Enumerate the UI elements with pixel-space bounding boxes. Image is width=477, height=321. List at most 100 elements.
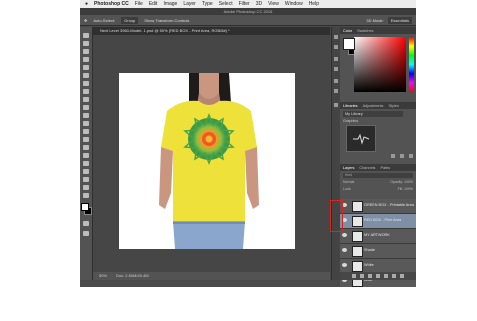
visibility-eye-icon[interactable] (342, 233, 347, 237)
more-tools-icon[interactable] (83, 193, 89, 198)
window-title: Adobe Photoshop CC 2015 (80, 8, 416, 15)
sync-icon[interactable] (400, 154, 404, 158)
foreground-color-swatch[interactable] (81, 203, 89, 211)
lock-fill-row: Lock: Fill: 100% (343, 187, 413, 192)
rectangle-tool-icon[interactable] (83, 169, 89, 174)
tab-channels[interactable]: Channels (359, 166, 375, 170)
clone-stamp-tool-icon[interactable] (83, 97, 89, 102)
pen-tool-icon[interactable] (83, 145, 89, 150)
crop-tool-icon[interactable] (83, 65, 89, 70)
document-tab[interactable]: Next Level 3960-Model- 1.psd @ 50% (RED … (93, 27, 330, 35)
brush-tool-icon[interactable] (83, 89, 89, 94)
navigator-icon[interactable] (334, 103, 338, 107)
menu-view[interactable]: View (268, 1, 279, 7)
blend-mode-dropdown[interactable]: Normal (343, 180, 354, 185)
menu-help[interactable]: Help (309, 1, 319, 7)
layers-panel-tabs: Layers Channels Paths (340, 164, 416, 171)
layer-row[interactable]: GREEN BOX - Printable Area (340, 199, 416, 214)
quick-select-tool-icon[interactable] (83, 57, 89, 62)
options-right: 3D Mode: Essentials (366, 16, 416, 24)
link-layers-icon[interactable] (352, 274, 356, 278)
healing-tool-icon[interactable] (83, 81, 89, 86)
menu-window[interactable]: Window (285, 1, 303, 7)
tab-layers[interactable]: Layers (343, 166, 354, 170)
zoom-tool-icon[interactable] (83, 185, 89, 190)
character-icon[interactable] (334, 57, 338, 61)
tab-paths[interactable]: Paths (380, 166, 390, 170)
tools-panel (80, 27, 93, 280)
menu-image[interactable]: Image (163, 1, 177, 7)
new-group-icon[interactable] (384, 274, 388, 278)
panel-foreground-swatch[interactable] (343, 38, 355, 50)
properties-icon[interactable] (334, 79, 338, 83)
delete-icon[interactable] (409, 154, 413, 158)
lasso-tool-icon[interactable] (83, 49, 89, 54)
color-picker-field[interactable] (354, 37, 406, 92)
move-tool-icon[interactable]: ✥ (84, 18, 87, 23)
library-section-title: Graphics (343, 119, 359, 123)
fx-icon[interactable] (360, 274, 364, 278)
eraser-tool-icon[interactable] (83, 113, 89, 118)
model-tshirt-image (159, 73, 259, 249)
tab-styles[interactable]: Styles (388, 104, 398, 108)
status-bar: 50% Doc: 2.60M/40.4M (93, 272, 330, 280)
apple-menu-icon[interactable]: ● (85, 1, 88, 7)
dodge-tool-icon[interactable] (83, 137, 89, 142)
menu-type[interactable]: Type (202, 1, 213, 7)
history-icon[interactable] (334, 35, 338, 39)
workspace-dropdown[interactable]: Essentials (387, 16, 412, 24)
adjustment-layer-icon[interactable] (376, 274, 380, 278)
document-canvas[interactable] (119, 73, 295, 249)
layer-thumbnail (352, 261, 363, 272)
layer-filter-kind[interactable]: Kind (343, 173, 413, 178)
menu-select[interactable]: Select (219, 1, 233, 7)
layer-row-selected[interactable]: RED BOX - Print Area (340, 214, 416, 229)
layer-thumbnail (352, 216, 363, 227)
menu-app-name[interactable]: Photoshop CC (94, 1, 129, 7)
move-tool-icon[interactable] (83, 33, 89, 38)
tab-libraries[interactable]: Libraries (343, 104, 358, 108)
layer-row[interactable]: Shade (340, 244, 416, 259)
menu-layer[interactable]: Layer (183, 1, 196, 7)
hue-slider[interactable] (409, 37, 414, 92)
show-transform-checkbox-label[interactable]: Show Transform Controls (144, 18, 189, 23)
add-mask-icon[interactable] (368, 274, 372, 278)
library-dropdown[interactable]: My Library (343, 111, 403, 117)
visibility-eye-icon[interactable] (342, 248, 347, 252)
library-graphic-thumbnail[interactable] (346, 125, 376, 152)
tab-color[interactable]: Color (343, 29, 352, 33)
layers-panel: Layers Channels Paths Kind Normal Opacit… (340, 164, 416, 287)
layer-thumbnail (352, 231, 363, 242)
tab-adjustments[interactable]: Adjustments (363, 104, 384, 108)
blur-tool-icon[interactable] (83, 129, 89, 134)
tab-swatches[interactable]: Swatches (357, 29, 373, 33)
fill-field[interactable]: Fill: 100% (398, 187, 413, 192)
auto-select-checkbox-label[interactable]: Auto-Select: (93, 18, 115, 23)
auto-select-dropdown[interactable]: Group (121, 16, 139, 24)
brush-presets-icon[interactable] (334, 45, 338, 49)
opacity-field[interactable]: Opacity: 100% (390, 180, 413, 185)
paragraph-icon[interactable] (334, 67, 338, 71)
path-select-tool-icon[interactable] (83, 161, 89, 166)
hand-tool-icon[interactable] (83, 177, 89, 182)
new-layer-icon[interactable] (392, 274, 396, 278)
trash-icon[interactable] (400, 274, 404, 278)
menu-3d[interactable]: 3D (256, 1, 262, 7)
screen-mode-icon[interactable] (83, 231, 89, 236)
quick-mask-icon[interactable] (83, 221, 89, 226)
menu-filter[interactable]: Filter (239, 1, 250, 7)
info-icon[interactable] (334, 89, 338, 93)
visibility-eye-icon[interactable] (342, 263, 347, 267)
layer-name: RED BOX - Print Area (364, 218, 402, 222)
type-tool-icon[interactable] (83, 153, 89, 158)
eyedropper-tool-icon[interactable] (83, 73, 89, 78)
history-brush-tool-icon[interactable] (83, 105, 89, 110)
layer-row[interactable]: MY ARTWORK (340, 229, 416, 244)
libraries-panel: Libraries Adjustments Styles My Library … (340, 102, 416, 162)
gradient-tool-icon[interactable] (83, 121, 89, 126)
menu-edit[interactable]: Edit (149, 1, 158, 7)
zoom-level[interactable]: 50% (99, 273, 107, 278)
menu-file[interactable]: File (135, 1, 143, 7)
marquee-tool-icon[interactable] (83, 41, 89, 46)
add-content-icon[interactable] (391, 154, 395, 158)
